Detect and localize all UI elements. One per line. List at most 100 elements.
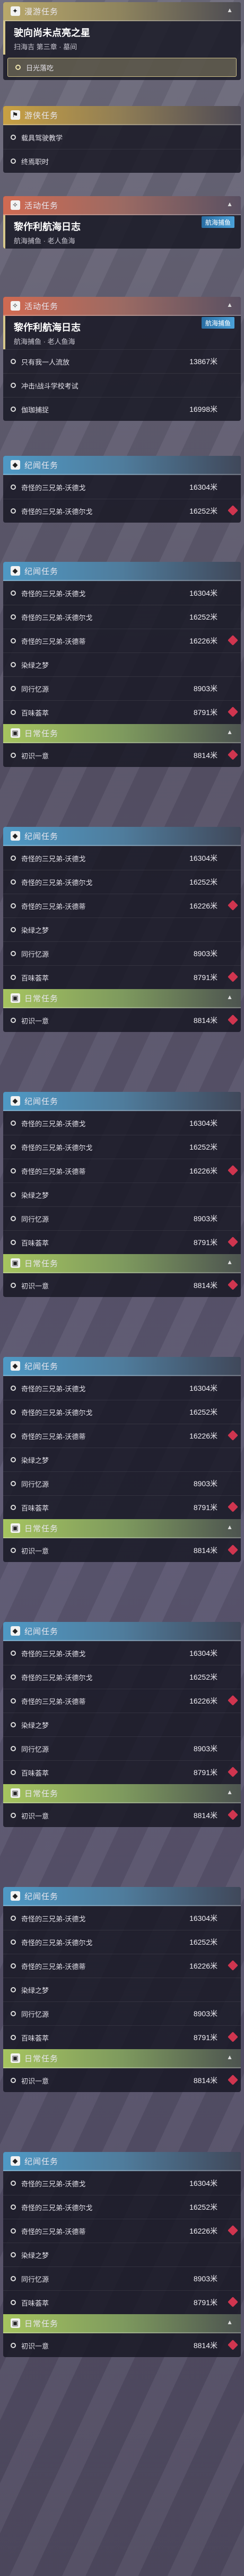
list-item[interactable]: 奇怪的三兄弟-沃德戈 16304米 bbox=[3, 1641, 241, 1665]
list-item[interactable]: 百味荟萃 8791米 bbox=[3, 700, 241, 724]
list-item[interactable]: 染绿之梦 bbox=[3, 1183, 241, 1206]
list-item[interactable]: 染绿之梦 bbox=[3, 2243, 241, 2266]
list-item[interactable]: 染绿之梦 bbox=[3, 652, 241, 676]
list-item[interactable]: 奇怪的三兄弟-沃德蒂 16226米 bbox=[3, 1159, 241, 1183]
daily-header[interactable]: ▣ 日常任务 ▲ bbox=[3, 2049, 241, 2068]
location-marker-icon[interactable] bbox=[228, 972, 238, 982]
list-item[interactable]: 初识一意 8814米 bbox=[3, 743, 241, 767]
list-item[interactable]: 奇怪的三兄弟-沃德戈 16304米 bbox=[3, 2171, 241, 2195]
collapse-icon[interactable]: ▲ bbox=[226, 2318, 233, 2326]
track-badge[interactable]: 航海捕鱼 bbox=[202, 317, 234, 329]
list-item[interactable]: 染绿之梦 bbox=[3, 918, 241, 941]
bond-header[interactable]: ◆ 纪闻任务 bbox=[3, 562, 241, 581]
list-item[interactable]: 初识一意 8814米 bbox=[3, 1008, 241, 1032]
list-item[interactable]: 染绿之梦 bbox=[3, 1978, 241, 2001]
location-marker-icon[interactable] bbox=[228, 1165, 238, 1176]
collapse-icon[interactable]: ▲ bbox=[226, 1258, 233, 1266]
list-item[interactable]: 同行忆源 8903米 bbox=[3, 2266, 241, 2290]
list-item[interactable]: 同行忆源 8903米 bbox=[3, 1736, 241, 1760]
tutorial-header[interactable]: ✦ 漫游任务 ▲ bbox=[3, 2, 241, 21]
location-marker-icon[interactable] bbox=[228, 1502, 238, 1512]
list-item[interactable]: 奇怪的三兄弟-沃德戈 16304米 bbox=[3, 846, 241, 870]
list-item[interactable]: 伽珈捕捉 16998米 bbox=[3, 397, 241, 421]
list-item[interactable]: 冲击!战斗学校考试 bbox=[3, 373, 241, 397]
list-item[interactable]: 同行忆源 8903米 bbox=[3, 1471, 241, 1495]
collapse-icon[interactable]: ▲ bbox=[226, 993, 233, 1001]
list-item[interactable]: 同行忆源 8903米 bbox=[3, 2001, 241, 2025]
collapse-icon[interactable]: ▲ bbox=[226, 2053, 233, 2061]
location-marker-icon[interactable] bbox=[228, 1960, 238, 1971]
list-item[interactable]: 同行忆源 8903米 bbox=[3, 1206, 241, 1230]
location-marker-icon[interactable] bbox=[228, 2340, 238, 2350]
list-item[interactable]: 奇怪的三兄弟-沃德蒂 16226米 bbox=[3, 2219, 241, 2243]
location-marker-icon[interactable] bbox=[228, 2032, 238, 2042]
location-marker-icon[interactable] bbox=[228, 1237, 238, 1247]
location-marker-icon[interactable] bbox=[228, 2075, 238, 2085]
list-item[interactable]: 奇怪的三兄弟-沃德尔戈 16252米 bbox=[3, 870, 241, 894]
list-item[interactable]: 只有我一人流放 13867米 bbox=[3, 349, 241, 373]
list-item[interactable]: 奇怪的三兄弟-沃德戈 16304米 bbox=[3, 475, 241, 499]
bond-header[interactable]: ◆ 纪闻任务 bbox=[3, 827, 241, 846]
location-marker-icon[interactable] bbox=[228, 2297, 238, 2307]
list-item[interactable]: 奇怪的三兄弟-沃德尔戈 16252米 bbox=[3, 605, 241, 629]
daily-header[interactable]: ▣ 日常任务 ▲ bbox=[3, 2314, 241, 2333]
list-item[interactable]: 百味荟萃 8791米 bbox=[3, 1495, 241, 1519]
list-item[interactable]: 奇怪的三兄弟-沃德戈 16304米 bbox=[3, 1906, 241, 1930]
list-item[interactable]: 百味荟萃 8791米 bbox=[3, 1760, 241, 1784]
bond-header[interactable]: ◆ 纪闻任务 bbox=[3, 2152, 241, 2171]
collapse-icon[interactable]: ▲ bbox=[226, 6, 233, 14]
list-item[interactable]: 染绿之梦 bbox=[3, 1448, 241, 1471]
bond-header[interactable]: ◆ 纪闻任务 bbox=[3, 1887, 241, 1906]
collapse-icon[interactable]: ▲ bbox=[226, 1523, 233, 1531]
daily-header[interactable]: ▣ 日常任务 ▲ bbox=[3, 1519, 241, 1538]
list-item[interactable]: 终焉职时 bbox=[3, 149, 241, 173]
daily-header[interactable]: ▣ 日常任务 ▲ bbox=[3, 1254, 241, 1273]
daily-header[interactable]: ▣ 日常任务 ▲ bbox=[3, 724, 241, 743]
list-item[interactable]: 奇怪的三兄弟-沃德蒂 16226米 bbox=[3, 629, 241, 652]
tutorial-quest[interactable]: 驶向尚未点亮之星 扫海吉 第三章 · 墓间 bbox=[3, 21, 241, 55]
side-header[interactable]: ⚑ 游侠任务 bbox=[3, 106, 241, 125]
location-marker-icon[interactable] bbox=[228, 707, 238, 717]
list-item[interactable]: 奇怪的三兄弟-沃德戈 16304米 bbox=[3, 1111, 241, 1135]
collapse-icon[interactable]: ▲ bbox=[226, 200, 233, 208]
location-marker-icon[interactable] bbox=[228, 1545, 238, 1555]
list-item[interactable]: 奇怪的三兄弟-沃德戈 16304米 bbox=[3, 581, 241, 605]
bond-header[interactable]: ◆ 纪闻任务 bbox=[3, 1622, 241, 1641]
list-item[interactable]: 百味荟萃 8791米 bbox=[3, 2025, 241, 2049]
list-item[interactable]: 初识一意 8814米 bbox=[3, 1538, 241, 1562]
list-item[interactable]: 载具驾驶教学 bbox=[3, 125, 241, 149]
bond-header[interactable]: ◆ 纪闻任务 bbox=[3, 1357, 241, 1376]
list-item[interactable]: 奇怪的三兄弟-沃德尔戈 16252米 bbox=[3, 1930, 241, 1954]
list-item[interactable]: 同行忆源 8903米 bbox=[3, 941, 241, 965]
location-marker-icon[interactable] bbox=[228, 749, 238, 760]
event-header[interactable]: ✧ 活动任务 ▲ bbox=[3, 297, 241, 316]
collapse-icon[interactable]: ▲ bbox=[226, 301, 233, 308]
location-marker-icon[interactable] bbox=[228, 1430, 238, 1441]
list-item[interactable]: 染绿之梦 bbox=[3, 1713, 241, 1736]
daily-header[interactable]: ▣ 日常任务 ▲ bbox=[3, 1784, 241, 1803]
location-marker-icon[interactable] bbox=[228, 1014, 238, 1025]
list-item[interactable]: 奇怪的三兄弟-沃德尔戈 16252米 bbox=[3, 2195, 241, 2219]
location-marker-icon[interactable] bbox=[228, 1767, 238, 1777]
list-item[interactable]: 奇怪的三兄弟-沃德尔戈 16252米 bbox=[3, 499, 241, 523]
location-marker-icon[interactable] bbox=[228, 635, 238, 646]
list-item[interactable]: 奇怪的三兄弟-沃德蒂 16226米 bbox=[3, 894, 241, 918]
selected-objective[interactable]: 日光落吃 bbox=[7, 58, 237, 77]
location-marker-icon[interactable] bbox=[228, 1695, 238, 1706]
bond-header[interactable]: ◆ 纪闻任务 bbox=[3, 456, 241, 475]
list-item[interactable]: 初识一意 8814米 bbox=[3, 1273, 241, 1297]
list-item[interactable]: 百味荟萃 8791米 bbox=[3, 1230, 241, 1254]
list-item[interactable]: 奇怪的三兄弟-沃德蒂 16226米 bbox=[3, 1689, 241, 1713]
location-marker-icon[interactable] bbox=[228, 2225, 238, 2236]
list-item[interactable]: 奇怪的三兄弟-沃德戈 16304米 bbox=[3, 1376, 241, 1400]
collapse-icon[interactable]: ▲ bbox=[226, 728, 233, 736]
collapse-icon[interactable]: ▲ bbox=[226, 1788, 233, 1796]
list-item[interactable]: 奇怪的三兄弟-沃德尔戈 16252米 bbox=[3, 1400, 241, 1424]
list-item[interactable]: 同行忆源 8903米 bbox=[3, 676, 241, 700]
list-item[interactable]: 百味荟萃 8791米 bbox=[3, 965, 241, 989]
bond-header[interactable]: ◆ 纪闻任务 bbox=[3, 1092, 241, 1111]
list-item[interactable]: 初识一意 8814米 bbox=[3, 2068, 241, 2092]
list-item[interactable]: 奇怪的三兄弟-沃德蒂 16226米 bbox=[3, 1954, 241, 1978]
location-marker-icon[interactable] bbox=[228, 505, 238, 516]
list-item[interactable]: 初识一意 8814米 bbox=[3, 1803, 241, 1827]
